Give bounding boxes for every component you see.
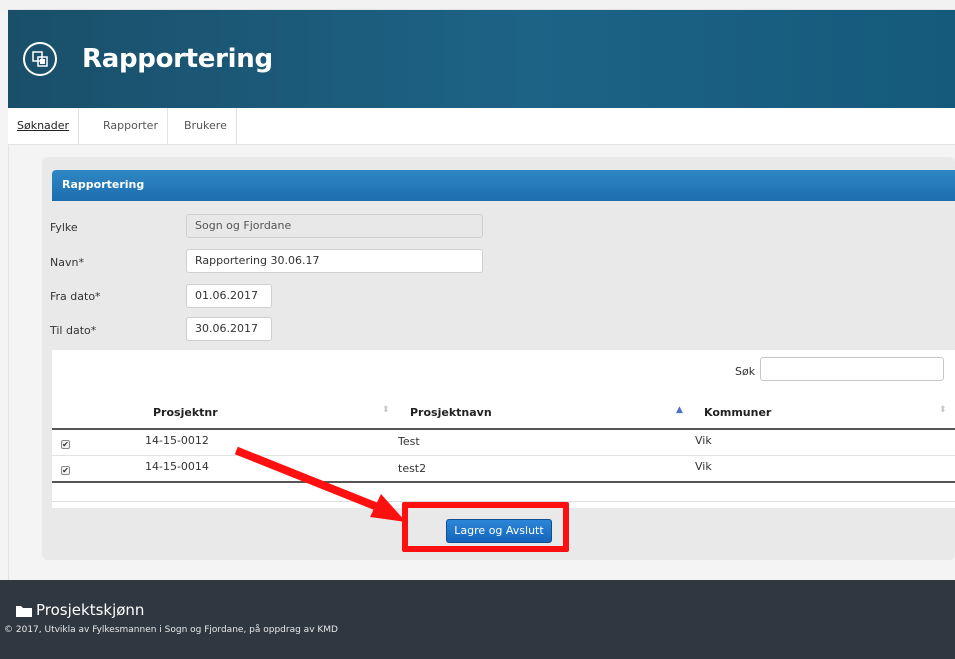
footer-copyright: © 2017, Utvikla av Fylkesmannen i Sogn o… [4,625,338,635]
page-footer: Prosjektskjønn © 2017, Utvikla av Fylkes… [0,580,955,659]
footer-title: Prosjektskjønn [36,601,145,619]
folder-icon [16,606,32,617]
save-and-close-button[interactable]: Lagre og Avslutt [446,519,552,543]
annotation-arrow [234,446,406,522]
